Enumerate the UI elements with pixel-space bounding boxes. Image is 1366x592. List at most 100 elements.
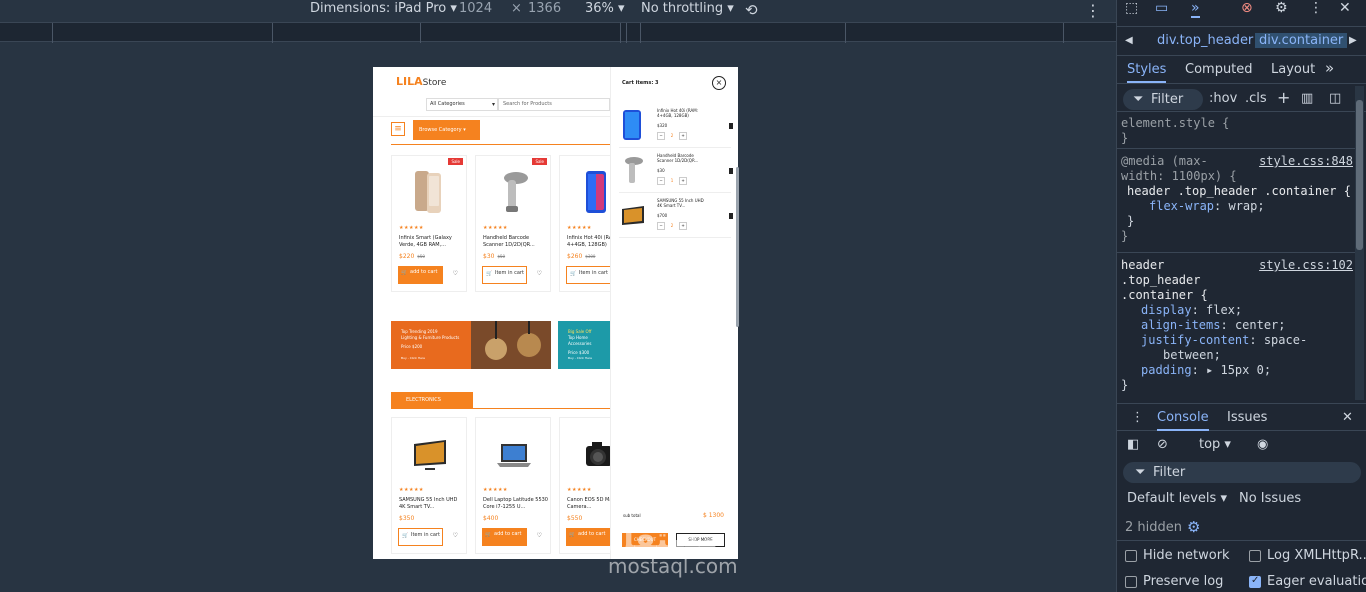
log-xhr-checkbox[interactable] bbox=[1249, 550, 1261, 562]
eye-icon[interactable]: ◉ bbox=[1257, 437, 1268, 452]
promo-banner[interactable]: Big Sale Off Top Home Accessories Price … bbox=[558, 321, 613, 369]
add-to-cart-button[interactable]: add to cart bbox=[482, 528, 527, 546]
product-name[interactable]: Handheld Barcode Scanner 1D/2D(QR... bbox=[483, 235, 549, 249]
close-icon[interactable]: × bbox=[712, 76, 726, 90]
tab-layout[interactable]: Layout bbox=[1271, 62, 1315, 77]
more-options-icon[interactable]: ⋮ bbox=[1085, 1, 1101, 20]
quantity-stepper[interactable]: −1 + bbox=[657, 177, 690, 185]
sale-badge: Sale bbox=[532, 158, 547, 165]
tab-computed[interactable]: Computed bbox=[1185, 62, 1253, 77]
styles-tabs: Styles Computed Layout » bbox=[1117, 56, 1366, 84]
minus-button[interactable]: − bbox=[657, 132, 665, 140]
height-input[interactable]: 1366 bbox=[528, 1, 561, 16]
error-icon[interactable]: ⊗ bbox=[1241, 0, 1253, 16]
browse-category-button[interactable]: Browse Category ▾ bbox=[413, 120, 480, 140]
paint-icon[interactable]: ▥ bbox=[1301, 91, 1313, 106]
header-divider bbox=[373, 116, 613, 117]
banner-link[interactable]: Buy - Click Here bbox=[568, 355, 592, 361]
item-in-cart-button[interactable]: Item in cart bbox=[482, 266, 527, 284]
drawer-menu-icon[interactable]: ⋮ bbox=[1131, 410, 1144, 425]
context-select[interactable]: top ▾ bbox=[1199, 437, 1231, 452]
hov-toggle[interactable]: :hov bbox=[1209, 91, 1237, 106]
styles-filter-input[interactable]: ⏷ Filter bbox=[1123, 89, 1203, 110]
minus-button[interactable]: − bbox=[657, 177, 665, 185]
product-name[interactable]: Infinix Smart (Galaxy Verde, 4GB RAM,... bbox=[399, 235, 465, 249]
zoom-select[interactable]: 36% ▾ bbox=[585, 1, 625, 16]
breadcrumb-item-selected[interactable]: div.container bbox=[1255, 33, 1348, 48]
width-input[interactable]: 1024 bbox=[459, 1, 492, 16]
crumb-forward-icon[interactable]: ▶ bbox=[1349, 35, 1357, 46]
wishlist-icon[interactable]: ♡ bbox=[537, 270, 542, 277]
product-card[interactable]: ★★★★★ Dell Laptop Latitude 5530 Core i7-… bbox=[475, 417, 551, 554]
cls-toggle[interactable]: .cls bbox=[1245, 91, 1267, 106]
sidebar-toggle-icon[interactable]: ◫ bbox=[1329, 91, 1341, 106]
menu-dots-icon[interactable]: ⋮ bbox=[1309, 0, 1323, 16]
styles-scrollbar[interactable] bbox=[1355, 86, 1364, 400]
source-link[interactable]: style.css:102 bbox=[1259, 258, 1353, 273]
tab-styles[interactable]: Styles bbox=[1127, 62, 1167, 83]
phone-image bbox=[415, 171, 441, 213]
plus-button[interactable]: + bbox=[679, 177, 687, 185]
crumb-back-icon[interactable]: ◀ bbox=[1125, 35, 1133, 46]
eager-evaluation-checkbox[interactable] bbox=[1249, 575, 1261, 588]
gear-icon[interactable]: ⚙ bbox=[1275, 0, 1288, 16]
more-tabs-icon[interactable]: » bbox=[1191, 0, 1200, 18]
media-query-ruler[interactable] bbox=[0, 22, 1116, 43]
trash-icon[interactable] bbox=[729, 123, 733, 129]
cart-item: SAMSUNG 55 Inch UHD 4K Smart TV... $700 … bbox=[619, 195, 733, 238]
quantity-stepper[interactable]: −2 + bbox=[657, 222, 690, 230]
item-in-cart-button[interactable]: Item in cart bbox=[398, 528, 443, 546]
close-icon[interactable]: ✕ bbox=[1339, 0, 1351, 16]
promo-banner[interactable]: Top Trending 2019 Lighting & Furniture P… bbox=[391, 321, 551, 369]
add-to-cart-button[interactable]: add to cart bbox=[566, 528, 611, 546]
category-select[interactable]: All Categories bbox=[426, 98, 498, 111]
product-card[interactable]: ★★★★★ SAMSUNG 55 Inch UHD 4K Smart TV...… bbox=[391, 417, 467, 554]
css-rule[interactable]: element.style { } bbox=[1117, 113, 1357, 149]
product-card[interactable]: Sale ★★★★★ Infinix Smart (Galaxy Verde, … bbox=[391, 155, 467, 292]
new-rule-icon[interactable]: + bbox=[1277, 88, 1290, 107]
page-scrollbar[interactable] bbox=[736, 167, 739, 327]
plus-button[interactable]: + bbox=[679, 222, 687, 230]
inspect-icon[interactable]: ⬚ bbox=[1125, 0, 1138, 16]
wishlist-icon[interactable]: ♡ bbox=[453, 270, 458, 277]
tab-issues[interactable]: Issues bbox=[1227, 410, 1267, 425]
issues-count[interactable]: No Issues bbox=[1239, 491, 1301, 506]
device-toggle-icon[interactable]: ▭ bbox=[1155, 0, 1168, 16]
gear-icon[interactable]: ⚙ bbox=[1187, 518, 1200, 536]
device-select[interactable]: Dimensions: iPad Pro ▾ bbox=[310, 1, 457, 16]
quantity-stepper[interactable]: −2 + bbox=[657, 132, 690, 140]
tab-console[interactable]: Console bbox=[1157, 410, 1209, 431]
preserve-log-checkbox[interactable] bbox=[1125, 576, 1137, 588]
hide-network-checkbox[interactable] bbox=[1125, 550, 1137, 562]
trash-icon[interactable] bbox=[729, 168, 733, 174]
trash-icon[interactable] bbox=[729, 213, 733, 219]
throttling-select[interactable]: No throttling ▾ bbox=[641, 1, 734, 16]
close-drawer-icon[interactable]: ✕ bbox=[1342, 410, 1353, 425]
product-name[interactable]: SAMSUNG 55 Inch UHD 4K Smart TV... bbox=[399, 497, 465, 511]
css-rule[interactable]: @media (max- style.css:848 width: 1100px… bbox=[1117, 151, 1357, 253]
rotate-icon[interactable]: ⟲ bbox=[745, 1, 758, 19]
scanner-image bbox=[504, 172, 528, 212]
add-to-cart-button[interactable]: add to cart bbox=[398, 266, 443, 284]
minus-button[interactable]: − bbox=[657, 222, 665, 230]
product-card[interactable]: Sale ★★★★★ Handheld Barcode Scanner 1D/2… bbox=[475, 155, 551, 292]
breadcrumb-item[interactable]: div.top_header bbox=[1157, 33, 1253, 48]
rating-stars: ★★★★★ bbox=[399, 225, 424, 231]
menu-icon[interactable]: ≡ bbox=[391, 122, 405, 136]
product-name[interactable]: Dell Laptop Latitude 5530 Core i7-1255 U… bbox=[483, 497, 549, 511]
banner-link[interactable]: Buy - Click Here bbox=[401, 355, 425, 361]
css-rule[interactable]: header style.css:102 .top_header .contai… bbox=[1117, 255, 1357, 395]
more-tabs-icon[interactable]: » bbox=[1325, 59, 1334, 77]
item-in-cart-button[interactable]: Item in cart bbox=[566, 266, 611, 284]
plus-button[interactable]: + bbox=[679, 132, 687, 140]
clear-console-icon[interactable]: ⊘ bbox=[1157, 437, 1168, 452]
wishlist-icon[interactable]: ♡ bbox=[537, 532, 542, 539]
sidebar-icon[interactable]: ◧ bbox=[1127, 437, 1139, 452]
devtools-toolbar: ⬚ ▭ » ⊗ ⚙ ⋮ ✕ bbox=[1117, 0, 1366, 22]
store-logo[interactable]: LILAStore bbox=[396, 75, 446, 88]
console-filter-input[interactable]: ⏷ Filter bbox=[1123, 462, 1361, 483]
search-input[interactable]: Search for Products bbox=[498, 98, 610, 111]
wishlist-icon[interactable]: ♡ bbox=[453, 532, 458, 539]
log-levels-select[interactable]: Default levels ▾ bbox=[1127, 491, 1227, 506]
source-link[interactable]: style.css:848 bbox=[1259, 154, 1353, 169]
